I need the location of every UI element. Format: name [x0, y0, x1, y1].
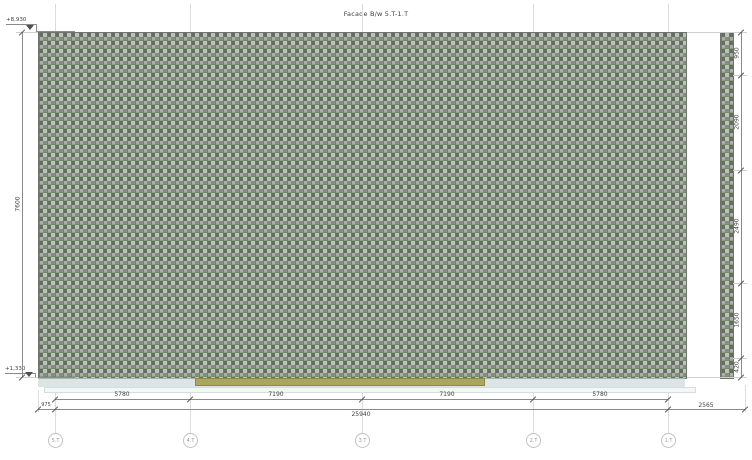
grid-bubble-label: 3.T [358, 437, 367, 444]
dim-offset-left: 975 [41, 402, 51, 408]
facade-mesh-elevation [38, 32, 687, 379]
grid-bubble-5T: 5.T [48, 433, 63, 448]
dim-overall: 25940 [351, 411, 371, 418]
grid-bubble-1T: 1.T [661, 433, 676, 448]
dim-line-left-overall [22, 32, 23, 377]
dim-right-segment: 950 [733, 47, 741, 59]
facade-mesh-side-return [720, 32, 734, 379]
olive-base-strip [195, 378, 485, 386]
dim-right-segment: 420 [733, 361, 741, 373]
level-leader-bottom [35, 377, 75, 378]
dim-bay: 7190 [268, 391, 284, 398]
dim-bay: 5780 [592, 391, 608, 398]
dim-right-segment: 1650 [733, 312, 741, 328]
grid-bubble-2T: 2.T [526, 433, 541, 448]
level-leader-top [36, 31, 75, 32]
grid-bubble-label: 4.T [186, 437, 195, 444]
level-flag-icon-top [26, 25, 34, 30]
dim-right-segment: 2490 [733, 218, 741, 234]
dim-right-segment: 2090 [733, 114, 741, 130]
dim-line-bottom-overall [38, 409, 745, 410]
dim-bay: 5780 [114, 391, 130, 398]
dim-bay: 7190 [439, 391, 455, 398]
dim-left-overall: 7600 [14, 196, 22, 212]
dim-offset-right: 2565 [698, 402, 714, 409]
grid-bubble-4T: 4.T [183, 433, 198, 448]
level-leader-drop-top [36, 24, 37, 31]
grid-bubble-3T: 3.T [355, 433, 370, 448]
grid-bubble-label: 2.T [529, 437, 538, 444]
dim-line-right-chain [741, 32, 742, 377]
level-label-top: +8,930 [6, 17, 27, 23]
drawing-title: Facade B/w 5.T-1.T [343, 10, 409, 18]
grid-bubble-label: 5.T [51, 437, 60, 444]
grid-bubble-label: 1.T [664, 437, 673, 444]
